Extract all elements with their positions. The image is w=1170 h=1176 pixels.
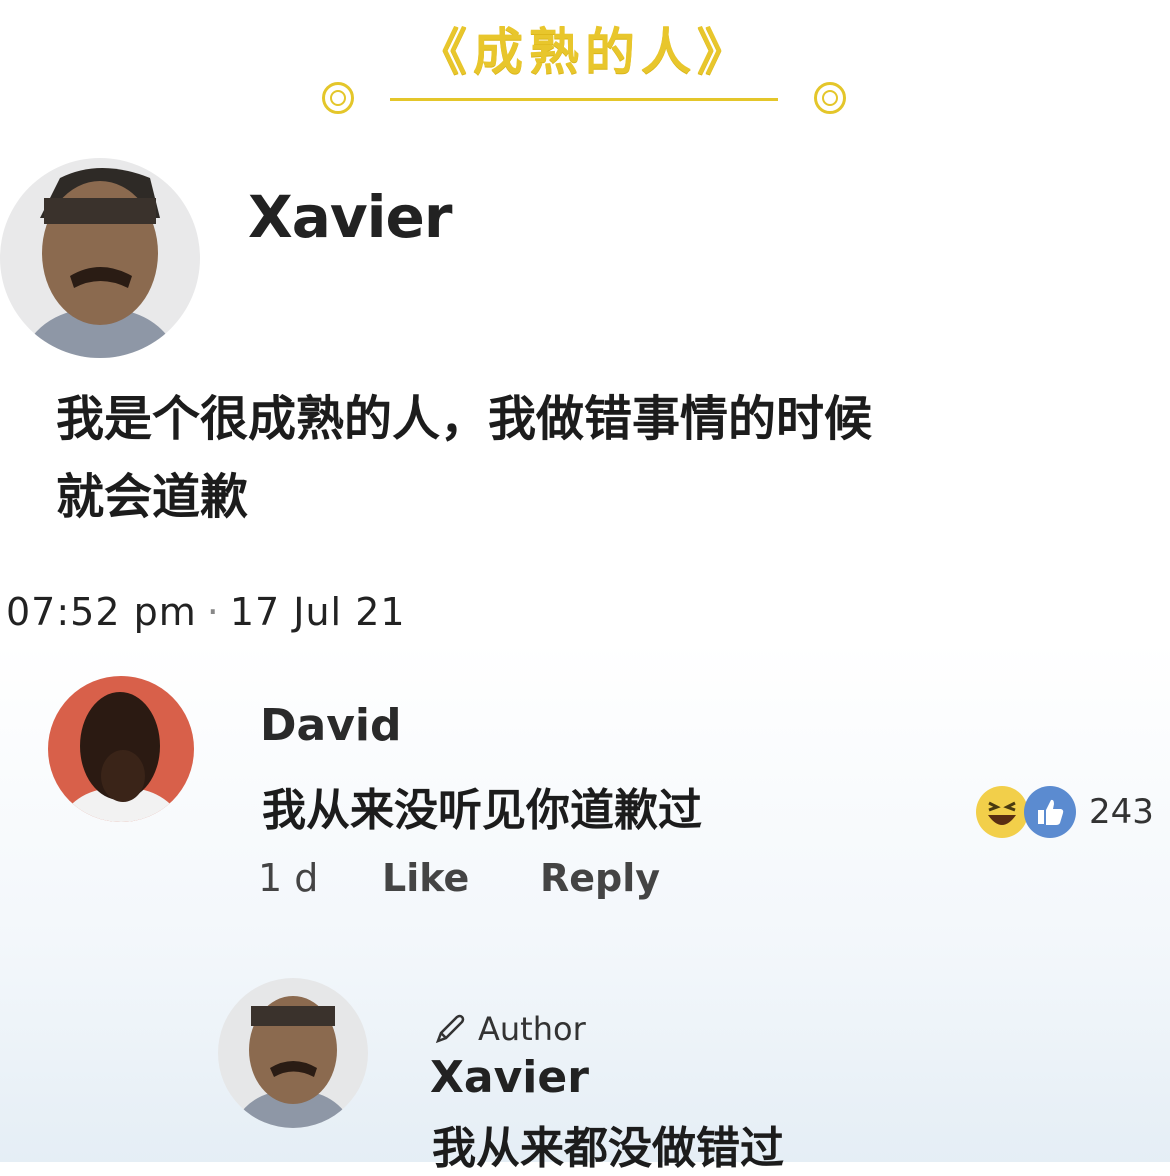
divider-line xyxy=(390,98,778,101)
ring-ornament-icon xyxy=(322,82,354,114)
post-author-avatar[interactable] xyxy=(0,158,200,358)
reply-author-name[interactable]: Xavier xyxy=(430,1052,589,1103)
reaction-summary[interactable]: 243 xyxy=(975,784,1154,840)
comment-age: 1 d xyxy=(258,856,319,900)
title-divider xyxy=(318,80,854,120)
post-text-line: 我是个很成熟的人，我做错事情的时候 xyxy=(56,391,873,447)
reply-body: 我从来都没做错过 xyxy=(432,1123,784,1174)
comment-body: 我从来没听见你道歉过 xyxy=(262,785,702,836)
haha-icon xyxy=(975,785,1029,839)
author-badge-label: Author xyxy=(478,1010,586,1048)
page-title: 《成熟的人》 xyxy=(417,23,753,81)
separator-dot: · xyxy=(206,590,220,634)
post-body: 我是个很成熟的人，我做错事情的时候 就会道歉 xyxy=(56,380,1016,536)
comment-author-name[interactable]: David xyxy=(260,700,401,751)
reaction-count: 243 xyxy=(1089,792,1154,832)
comment-actions: 1 d Like Reply xyxy=(258,856,660,900)
like-icon xyxy=(1023,785,1077,839)
post-author-name[interactable]: Xavier xyxy=(248,183,452,251)
post-date: 17 Jul 21 xyxy=(229,590,406,634)
reply-author-avatar[interactable] xyxy=(218,978,368,1128)
pencil-icon xyxy=(435,1014,465,1044)
like-button[interactable]: Like xyxy=(382,856,540,900)
author-badge: Author xyxy=(432,1010,586,1048)
reply-button[interactable]: Reply xyxy=(540,856,660,900)
ring-ornament-icon xyxy=(814,82,846,114)
post-time: 07:52 pm xyxy=(6,590,197,634)
comment-author-avatar[interactable] xyxy=(48,676,194,822)
post-text-line: 就会道歉 xyxy=(56,469,249,525)
post-timestamp: 07:52 pm · 17 Jul 21 xyxy=(6,590,406,634)
